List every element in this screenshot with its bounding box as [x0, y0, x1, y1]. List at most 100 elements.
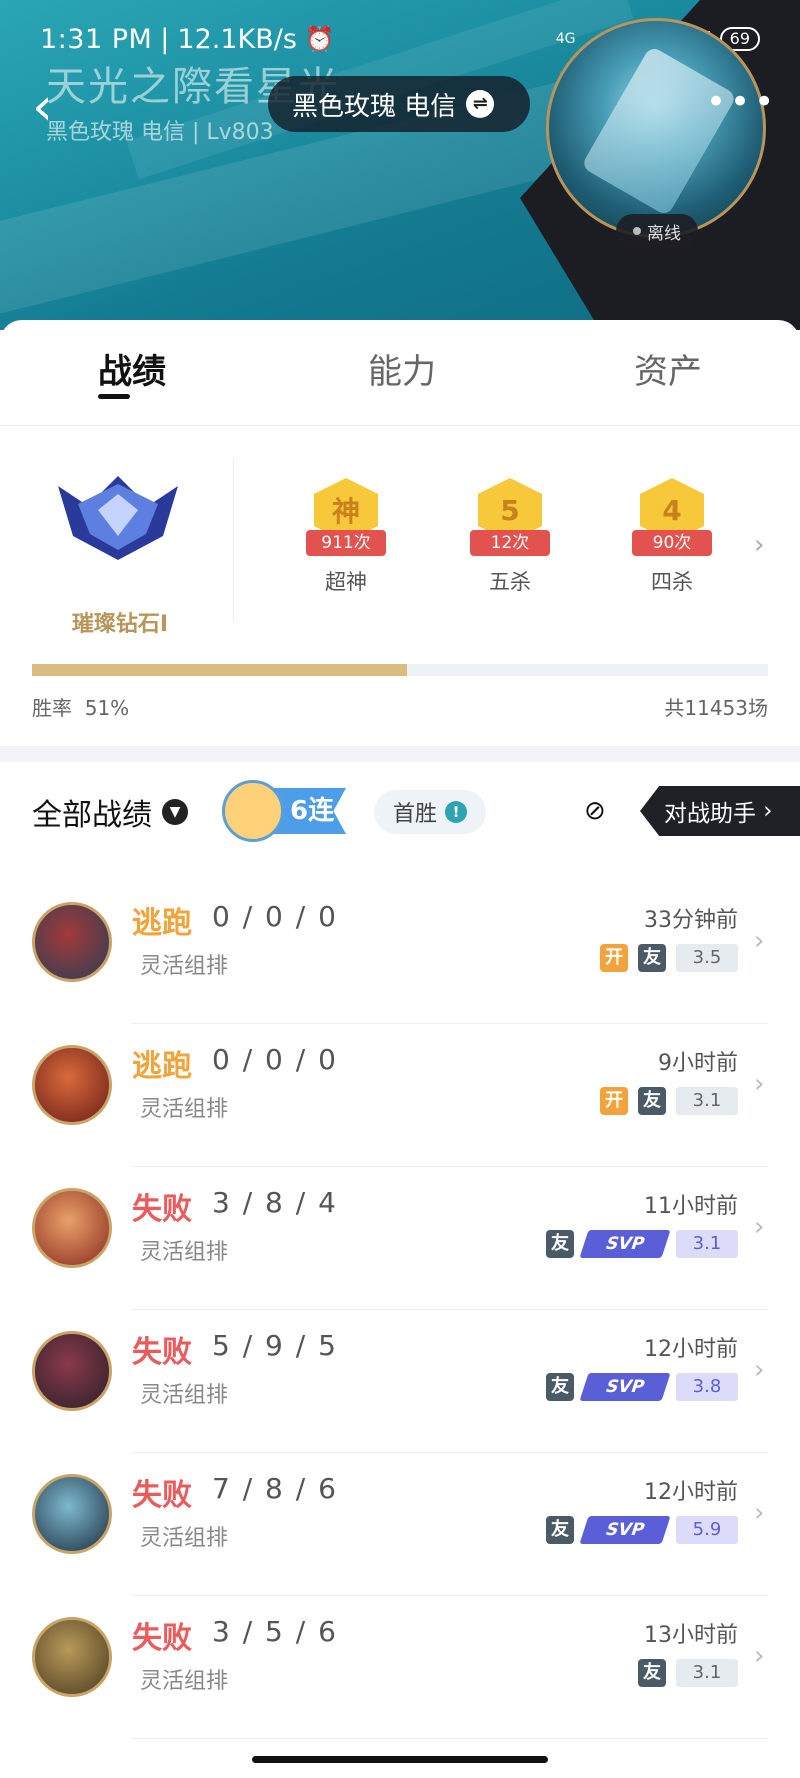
friend-tag-icon: 友 — [638, 1659, 666, 1687]
match-mode: 灵活组排 — [140, 1383, 229, 1408]
hero-avatar — [32, 1188, 112, 1268]
win-rate-fill — [32, 664, 408, 676]
first-win-button[interactable]: 首胜 ! — [374, 790, 486, 834]
home-indicator[interactable] — [252, 1756, 548, 1763]
status-speed: 12.1KB/s — [177, 23, 297, 55]
player-avatar[interactable] — [546, 18, 766, 238]
match-kda: 5 / 9 / 5 — [212, 1329, 338, 1362]
match-result: 逃跑 — [132, 1049, 192, 1084]
row-divider — [132, 1595, 768, 1596]
hero-avatar — [32, 1474, 112, 1554]
match-row[interactable]: 失败 7 / 8 / 6 灵活组排 12小时前 友 SVP 5.9 › — [0, 1454, 800, 1596]
divider — [233, 458, 234, 622]
friend-tag-icon: 友 — [638, 1087, 666, 1115]
match-time: 12小时前 — [644, 1480, 738, 1505]
more-icon[interactable]: ••• — [706, 82, 778, 122]
match-time: 11小时前 — [644, 1194, 738, 1219]
honor-quadrakill[interactable]: 4 90次 四杀 — [622, 478, 722, 596]
win-rate-text: 胜率 51% — [32, 692, 129, 721]
match-mode: 灵活组排 — [140, 1669, 229, 1694]
row-divider — [132, 1166, 768, 1167]
info-icon: ! — [445, 801, 467, 823]
match-score: 3.5 — [676, 944, 738, 972]
chevron-down-icon: ▼ — [162, 799, 188, 825]
match-score: 3.1 — [676, 1659, 738, 1687]
match-time: 13小时前 — [644, 1623, 738, 1648]
filter-label: 全部战绩 — [32, 798, 152, 833]
match-result: 失败 — [132, 1335, 192, 1370]
rank-name: 璀璨钻石I — [71, 612, 169, 637]
hero-avatar — [32, 1045, 112, 1125]
match-score: 3.1 — [676, 1087, 738, 1115]
active-tab-indicator — [98, 394, 130, 399]
battle-assistant-button[interactable]: 对战助手 › — [640, 786, 800, 836]
first-win-label: 首胜 — [392, 802, 437, 827]
honor-label: 五杀 — [489, 570, 531, 594]
match-kda: 0 / 0 / 0 — [212, 900, 338, 933]
match-row[interactable]: 失败 3 / 8 / 4 灵活组排 11小时前 友 SVP 3.1 › — [0, 1168, 800, 1310]
match-row[interactable]: 失败 5 / 9 / 5 灵活组排 12小时前 友 SVP 3.8 › — [0, 1311, 800, 1453]
offline-label: 离线 — [647, 223, 681, 244]
chevron-right-icon: › — [754, 926, 765, 956]
status-dot-icon — [633, 227, 641, 235]
chevron-right-icon: › — [754, 1498, 765, 1528]
server-switch-button[interactable]: 黑色玫瑰 电信 ⇌ — [268, 76, 530, 132]
server-label: 黑色玫瑰 电信 — [292, 91, 457, 122]
match-tags: 友 3.1 — [638, 1659, 738, 1687]
hide-eye-icon[interactable]: ⊘ — [584, 796, 606, 826]
match-kda: 7 / 8 / 6 — [212, 1472, 338, 1505]
hero-avatar — [32, 902, 112, 982]
match-mode: 灵活组排 — [140, 1097, 229, 1122]
tab-record[interactable]: 战绩 — [98, 344, 166, 393]
helper-label: 对战助手 — [664, 801, 756, 827]
row-divider — [132, 1738, 768, 1739]
match-tags: 友 SVP 3.1 — [546, 1230, 738, 1258]
friend-tag-icon: 友 — [546, 1230, 574, 1258]
total-games: 共11453场 — [664, 696, 768, 720]
honor-pentakill[interactable]: 5 12次 五杀 — [460, 478, 560, 596]
hero-avatar — [32, 1617, 112, 1697]
svp-badge-icon: SVP — [579, 1230, 671, 1258]
chevron-right-icon: › — [754, 1212, 765, 1242]
chevron-right-icon: › — [754, 1069, 765, 1099]
match-filter-dropdown[interactable]: 全部战绩 ▼ — [32, 790, 188, 834]
section-gap — [0, 746, 800, 762]
match-kda: 3 / 5 / 6 — [212, 1615, 338, 1648]
match-time: 33分钟前 — [644, 908, 738, 933]
tab-ability[interactable]: 能力 — [368, 344, 436, 393]
match-kda: 3 / 8 / 4 — [212, 1186, 338, 1219]
match-time: 9小时前 — [658, 1051, 738, 1076]
back-icon[interactable]: ‹ — [32, 81, 72, 133]
avatar-art — [580, 45, 738, 217]
honor-count: 90次 — [632, 530, 712, 556]
match-row[interactable]: 逃跑 0 / 0 / 0 灵活组排 9小时前 开友 3.1 › — [0, 1025, 800, 1167]
network-4g-label: 4G — [555, 31, 576, 47]
match-tags: 开友 3.1 — [600, 1087, 738, 1115]
match-row[interactable]: 逃跑 0 / 0 / 0 灵活组排 33分钟前 开友 3.5 › — [0, 882, 800, 1024]
tab-assets[interactable]: 资产 — [634, 344, 702, 393]
row-divider — [132, 1309, 768, 1310]
row-divider — [132, 1023, 768, 1024]
svp-badge-icon: SVP — [579, 1516, 671, 1544]
match-score: 3.1 — [676, 1230, 738, 1258]
honor-count: 12次 — [470, 530, 550, 556]
match-row[interactable]: 失败 3 / 5 / 6 灵活组排 13小时前 友 3.1 › — [0, 1597, 800, 1739]
swap-icon: ⇌ — [466, 90, 495, 118]
status-divider: | — [160, 23, 170, 55]
match-result: 逃跑 — [132, 906, 192, 941]
win-rate-bar — [32, 664, 768, 676]
offline-badge: 离线 — [616, 214, 698, 248]
chevron-right-icon[interactable]: › — [754, 530, 764, 560]
status-time: 1:31 PM — [40, 23, 153, 55]
row-divider — [132, 1452, 768, 1453]
chevron-right-icon: › — [754, 1355, 765, 1385]
match-time: 12小时前 — [644, 1337, 738, 1362]
tab-bar: 战绩 能力 资产 — [0, 320, 800, 426]
mascot-icon — [222, 780, 284, 842]
match-tags: 开友 3.5 — [600, 944, 738, 972]
match-mode: 灵活组排 — [140, 1240, 229, 1265]
chevron-right-icon: › — [754, 1641, 765, 1671]
honor-label: 四杀 — [651, 570, 693, 594]
friend-tag-icon: 友 — [546, 1516, 574, 1544]
honor-legendary[interactable]: 神 911次 超神 — [296, 478, 396, 596]
